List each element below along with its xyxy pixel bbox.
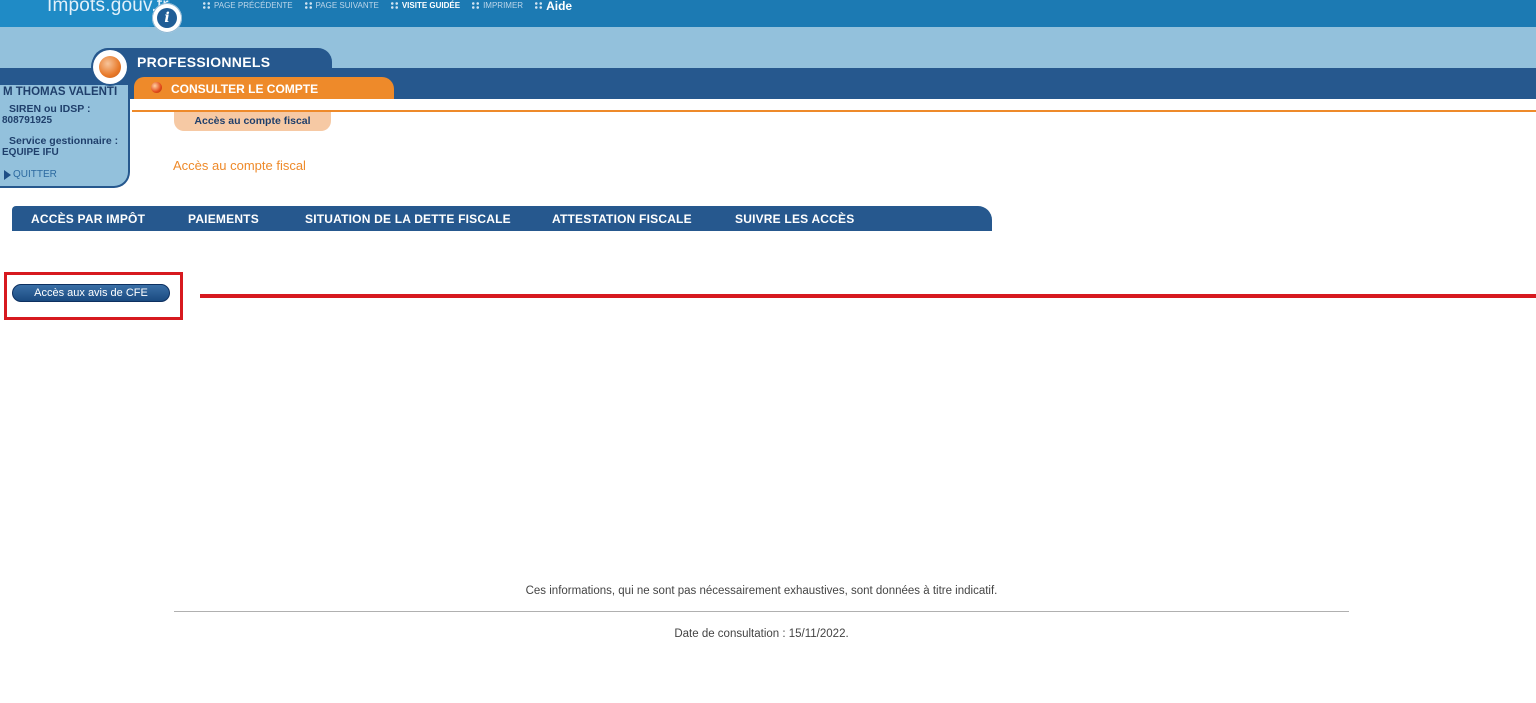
- siren-value: 808791925: [2, 115, 53, 126]
- user-name: M THOMAS VALENTI: [3, 86, 118, 98]
- quit-label: QUITTER: [13, 169, 57, 180]
- orange-divider: [132, 110, 1536, 112]
- nav-payments[interactable]: PAIEMENTS: [188, 212, 259, 226]
- consult-account-label: CONSULTER LE COMPTE: [171, 82, 319, 96]
- info-icon[interactable]: i: [152, 3, 182, 33]
- previous-page-label: PAGE PRÉCÉDENTE: [214, 1, 293, 10]
- top-banner: Impots.gouv.fr PAGE PRÉCÉDENTE PAGE SUIV…: [0, 0, 1536, 27]
- help-label: Aide: [546, 0, 573, 13]
- cfe-notices-button[interactable]: Accès aux avis de CFE: [12, 284, 170, 302]
- page-title: Accès au compte fiscal: [173, 158, 306, 173]
- dots-icon: [303, 2, 313, 10]
- dots-icon: [202, 2, 211, 10]
- next-page-link[interactable]: PAGE SUIVANTE: [303, 0, 379, 12]
- bullet-orb-icon: [151, 82, 162, 93]
- info-badge-glyph: i: [157, 8, 177, 28]
- footer-divider: [174, 611, 1349, 612]
- consultation-date: Date de consultation : 15/11/2022.: [674, 628, 849, 640]
- nav-tax-certificate[interactable]: ATTESTATION FISCALE: [552, 212, 692, 226]
- nav-track-access[interactable]: SUIVRE LES ACCÈS: [735, 212, 854, 226]
- service-label: Service gestionnaire :: [9, 135, 119, 147]
- professionals-label: PROFESSIONNELS: [137, 54, 271, 70]
- quit-link[interactable]: QUITTER: [4, 169, 57, 180]
- print-label: IMPRIMER: [483, 1, 524, 10]
- help-link[interactable]: Aide: [534, 0, 572, 12]
- guided-tour-link[interactable]: VISITE GUIDÉE: [389, 0, 461, 12]
- print-link[interactable]: IMPRIMER: [471, 0, 523, 12]
- previous-page-link[interactable]: PAGE PRÉCÉDENTE: [202, 0, 293, 12]
- account-nav-bar: ACCÈS PAR IMPÔT PAIEMENTS SITUATION DE L…: [12, 206, 992, 231]
- nav-tax-debt[interactable]: SITUATION DE LA DETTE FISCALE: [305, 212, 511, 226]
- chevron-right-icon: [4, 169, 11, 180]
- nav-tax-access[interactable]: ACCÈS PAR IMPÔT: [31, 212, 145, 226]
- next-page-label: PAGE SUIVANTE: [315, 1, 379, 10]
- site-logo-text: Impots.gouv.fr: [47, 0, 169, 16]
- dots-icon: [471, 2, 481, 10]
- dots-icon: [534, 2, 544, 10]
- siren-label: SIREN ou IDSP :: [9, 103, 91, 115]
- annotation-line: [200, 294, 1536, 298]
- dots-icon: [389, 2, 399, 10]
- guided-tour-label: VISITE GUIDÉE: [401, 1, 461, 10]
- user-panel: M THOMAS VALENTI SIREN ou IDSP : 8087919…: [0, 83, 130, 188]
- disclaimer-text: Ces informations, qui ne sont pas nécess…: [525, 585, 998, 597]
- site-logo[interactable]: Impots.gouv.fr: [0, 0, 170, 27]
- breadcrumb-label: Accès au compte fiscal: [194, 115, 311, 127]
- service-value: EQUIPE IFU: [2, 147, 59, 158]
- professionals-orb-icon: [93, 50, 127, 84]
- top-links: PAGE PRÉCÉDENTE PAGE SUIVANTE VISITE GUI…: [202, 0, 572, 12]
- breadcrumb[interactable]: Accès au compte fiscal: [174, 112, 331, 131]
